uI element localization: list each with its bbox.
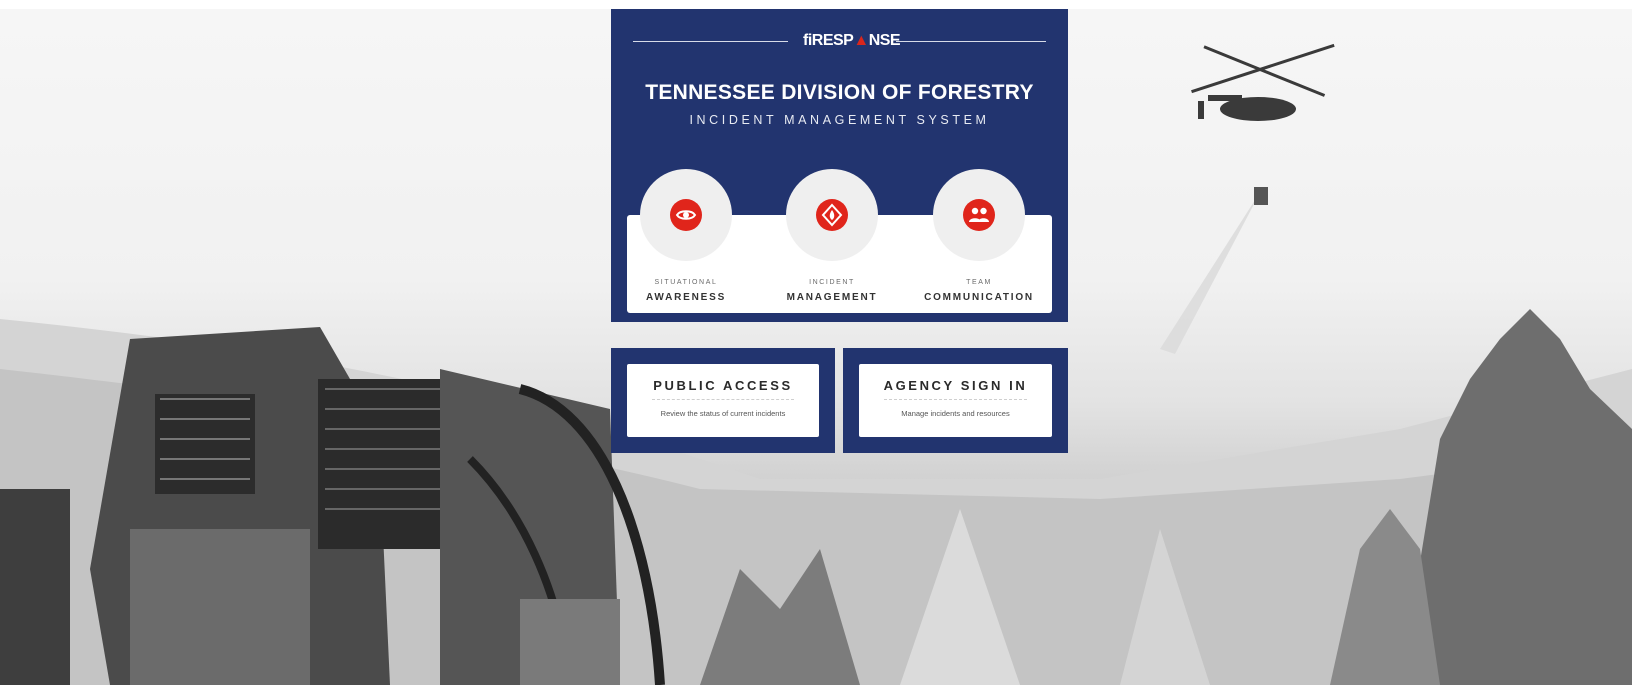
public-access-description: Review the status of current incidents (660, 409, 786, 418)
brand-divider-left (633, 41, 788, 42)
brand-row: fiRESP▲NSE (633, 31, 1046, 51)
agency-sign-in-button[interactable]: AGENCY SIGN IN Manage incidents and reso… (859, 364, 1052, 437)
logo-prefix: fiRESP (803, 32, 854, 49)
flame-icon (816, 199, 848, 231)
feature-2-label-small: INCIDENT (809, 279, 855, 286)
flame-icon: ▲ (853, 32, 869, 49)
feature-3-label-small: TEAM (966, 279, 992, 286)
firesponse-logo: fiRESP▲NSE (803, 31, 901, 51)
feature-incident-management (786, 169, 878, 261)
system-card: fiRESP▲NSE TENNESSEE DIVISION OF FORESTR… (611, 9, 1068, 322)
public-access-title: PUBLIC ACCESS (653, 378, 793, 393)
public-access-card: PUBLIC ACCESS Review the status of curre… (611, 348, 835, 453)
page-subtitle: INCIDENT MANAGEMENT SYSTEM (689, 113, 990, 127)
divider (884, 399, 1027, 400)
feature-3-label: COMMUNICATION (924, 292, 1034, 303)
divider (652, 399, 794, 400)
people-icon (963, 199, 995, 231)
public-access-button[interactable]: PUBLIC ACCESS Review the status of curre… (627, 364, 819, 437)
feature-team-communication (933, 169, 1025, 261)
page-title: TENNESSEE DIVISION OF FORESTRY (645, 81, 1034, 104)
feature-1-label: AWARENESS (645, 292, 727, 303)
agency-sign-in-title: AGENCY SIGN IN (883, 378, 1028, 393)
eye-icon (670, 199, 702, 231)
agency-sign-in-card: AGENCY SIGN IN Manage incidents and reso… (843, 348, 1068, 453)
brand-divider-right (896, 41, 1046, 42)
feature-2-label: MANAGEMENT (786, 292, 878, 303)
feature-situational-awareness (640, 169, 732, 261)
agency-sign-in-description: Manage incidents and resources (901, 409, 1010, 418)
feature-1-label-small: SITUATIONAL (654, 279, 718, 286)
